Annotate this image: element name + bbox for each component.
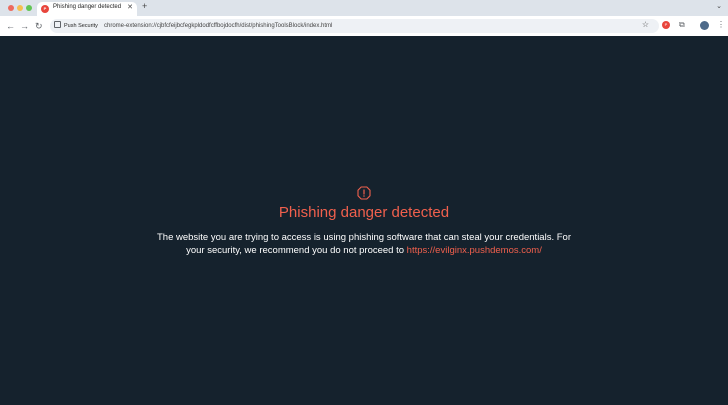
warning-page: Phishing danger detected The website you… (0, 36, 728, 405)
profile-avatar-icon[interactable] (700, 21, 709, 30)
forward-arrow-icon[interactable]: → (20, 20, 29, 32)
minimize-window-button[interactable] (17, 5, 23, 11)
extensions-puzzle-icon[interactable]: ⧉ (679, 20, 685, 30)
tab-title: Phishing danger detected (53, 4, 122, 10)
push-security-extension-icon[interactable]: P (662, 21, 670, 29)
maximize-window-button[interactable] (26, 5, 32, 11)
browser-chrome: P Phishing danger detected ✕ + ⌄ ← → ↻ P… (0, 0, 728, 36)
back-arrow-icon[interactable]: ← (6, 20, 15, 32)
site-chip-label: Push Security (64, 23, 98, 29)
warning-message: The website you are trying to access is … (150, 232, 578, 257)
reload-icon[interactable]: ↻ (35, 20, 43, 32)
page-title: Phishing danger detected (278, 204, 450, 221)
blocked-url-link[interactable]: https://evilginx.pushdemos.com/ (407, 245, 542, 256)
tab-phishing-danger[interactable]: P Phishing danger detected ✕ (37, 2, 137, 16)
new-tab-button[interactable]: + (142, 1, 147, 11)
warning-octagon-icon (357, 186, 371, 200)
site-info-chip[interactable]: Push Security (54, 21, 98, 31)
extension-icon (54, 21, 61, 28)
push-security-favicon-icon: P (41, 5, 49, 13)
toolbar: ← → ↻ Push Security chrome-extension://c… (0, 16, 728, 36)
tab-search-chevron-icon[interactable]: ⌄ (716, 2, 722, 10)
url-text[interactable]: chrome-extension://cjbfcfeijbcfegkpldodf… (104, 21, 332, 31)
more-menu-icon[interactable]: ⋮ (717, 20, 725, 29)
close-window-button[interactable] (8, 5, 14, 11)
tab-close-icon[interactable]: ✕ (127, 3, 133, 11)
tab-strip: P Phishing danger detected ✕ + ⌄ (0, 0, 728, 16)
address-bar[interactable]: Push Security chrome-extension://cjbfcfe… (50, 19, 659, 33)
bookmark-star-icon[interactable]: ☆ (642, 20, 649, 29)
